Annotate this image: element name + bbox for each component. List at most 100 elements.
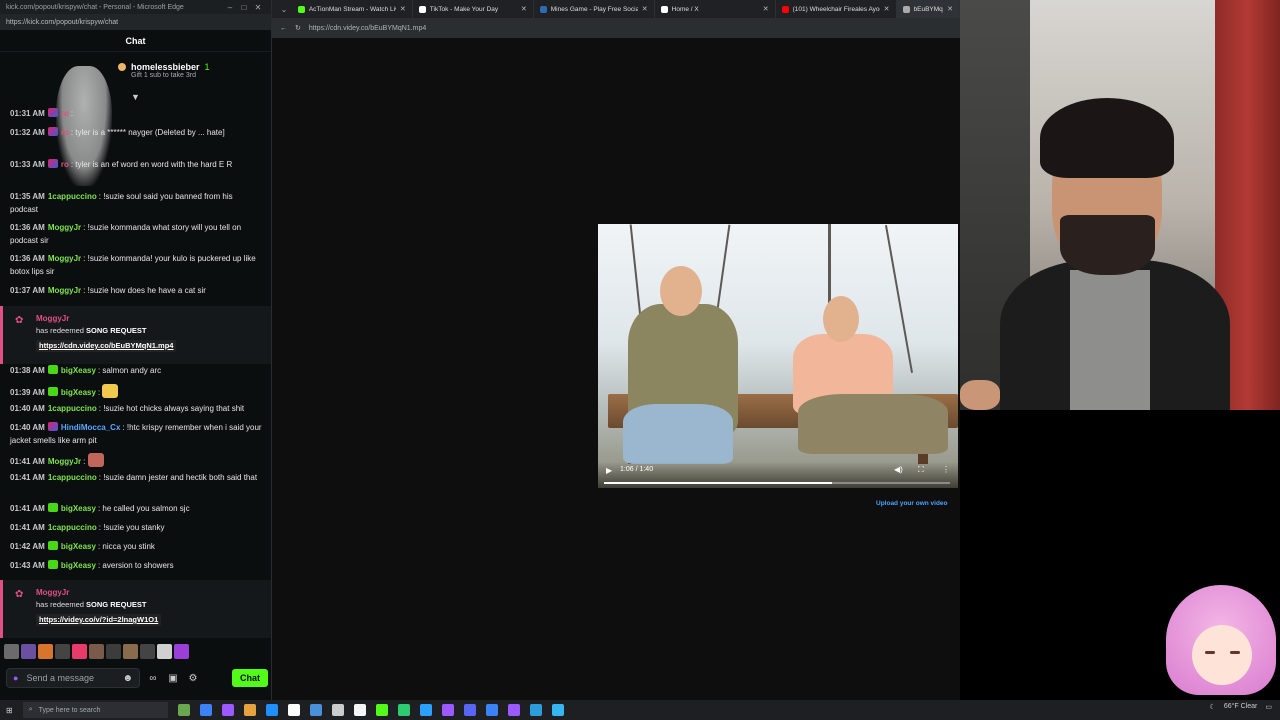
gift-icon[interactable]: ▣ <box>166 673 180 684</box>
tab-close-icon[interactable]: ✕ <box>400 5 406 13</box>
tab-menu-icon[interactable]: ⌄ <box>276 5 292 14</box>
url-field[interactable]: https://cdn.videy.co/bEuBYMqN1.mp4 <box>309 25 426 32</box>
video-player[interactable]: ▶ 1:06 / 1:40 ◀) ⛶ ⋮ <box>598 224 958 488</box>
taskbar-app-icon[interactable] <box>419 704 432 716</box>
chat-send-button[interactable]: Chat <box>232 669 268 687</box>
emote-icon[interactable] <box>89 644 104 659</box>
taskbar-app-icon[interactable] <box>353 704 366 716</box>
taskbar-app-icon[interactable] <box>507 704 520 716</box>
browser-tab[interactable]: Mines Game - Play Free Social Ca ✕ <box>534 0 655 18</box>
fullscreen-icon[interactable]: ⛶ <box>918 465 924 475</box>
chat-window-url[interactable]: https://kick.com/popout/krispyw/chat <box>0 14 271 30</box>
video-time: 1:06 / 1:40 <box>620 466 654 473</box>
emote-icon[interactable] <box>38 644 53 659</box>
tab-close-icon[interactable]: ✕ <box>884 5 890 13</box>
message-text: nicca you stink <box>102 542 155 551</box>
message-username[interactable]: MoggyJr <box>48 223 81 232</box>
close-icon[interactable]: ✕ <box>251 3 265 12</box>
taskbar-app-icon[interactable] <box>485 704 498 716</box>
taskbar-app-icon[interactable] <box>331 704 344 716</box>
taskbar-app-icon[interactable] <box>309 704 322 716</box>
search-icon: ⌕ <box>28 706 33 713</box>
taskbar-app-icon[interactable] <box>551 704 564 716</box>
redeem-link[interactable]: https://cdn.videy.co/bEuBYMqN1.mp4 <box>36 340 177 352</box>
message-username[interactable]: bigXeasy <box>61 542 96 551</box>
tab-close-icon[interactable]: ✕ <box>947 5 953 13</box>
message-username[interactable]: bigXeasy <box>61 504 96 513</box>
taskbar-app-icon[interactable] <box>529 704 542 716</box>
browser-tab[interactable]: (101) Wheelchair Fireales Ayooo ✕ <box>776 0 897 18</box>
message-username[interactable]: ro <box>61 160 69 169</box>
emote-icon[interactable] <box>140 644 155 659</box>
redeem-link[interactable]: https://videy.co/v/?id=2lnagW1O1 <box>36 614 162 626</box>
volume-icon[interactable]: ◀) <box>894 465 903 474</box>
message-username[interactable]: bigXeasy <box>61 388 96 397</box>
taskbar-app-icon[interactable] <box>221 704 234 716</box>
message-input[interactable]: ● Send a message ☻ <box>6 668 140 688</box>
tab-close-icon[interactable]: ✕ <box>642 5 648 13</box>
message-username[interactable]: 1cappuccino <box>48 473 97 482</box>
redeem-username[interactable]: MoggyJr <box>36 314 69 323</box>
message-username[interactable]: MoggyJr <box>48 457 81 466</box>
taskbar-app-icon[interactable] <box>243 704 256 716</box>
taskbar-app-icon[interactable] <box>265 704 278 716</box>
taskbar-app-icon[interactable] <box>199 704 212 716</box>
subscriber-badge-icon <box>47 387 58 396</box>
browser-tab[interactable]: Home / X ✕ <box>655 0 776 18</box>
message-username[interactable]: ro <box>61 109 69 118</box>
message-text: !suzie you stanky <box>103 523 165 532</box>
browser-tab[interactable]: bEuBYMqN1.mp4✕ <box>896 0 961 18</box>
message-username[interactable]: MoggyJr <box>48 286 81 295</box>
infinity-icon[interactable]: ∞ <box>146 673 160 684</box>
maximize-icon[interactable]: □ <box>237 3 251 12</box>
tab-title: Mines Game - Play Free Social Ca <box>550 5 638 13</box>
browser-tab[interactable]: AcTionMan Stream - Watch Live o ✕ <box>292 0 413 18</box>
message-text: !suzie kommanda! your kulo is puckered u… <box>10 254 256 276</box>
address-bar: ← ↻ https://cdn.videy.co/bEuBYMqN1.mp4 <box>272 18 960 38</box>
message-username[interactable]: MoggyJr <box>48 254 81 263</box>
message-username[interactable]: 1cappuccino <box>48 523 97 532</box>
emote-icon[interactable] <box>157 644 172 659</box>
taskbar-app-icon[interactable] <box>463 704 476 716</box>
windows-start-icon[interactable]: ⊞ <box>6 706 13 715</box>
back-icon[interactable]: ← <box>280 25 287 32</box>
reload-icon[interactable]: ↻ <box>295 24 301 32</box>
taskbar-app-icon[interactable] <box>375 704 388 716</box>
taskbar-app-icon[interactable] <box>441 704 454 716</box>
more-options-icon[interactable]: ⋮ <box>942 465 950 474</box>
emote-icon[interactable] <box>174 644 189 659</box>
message-username[interactable]: ro <box>61 128 69 137</box>
video-progress-bar[interactable] <box>604 482 950 484</box>
emote-icon[interactable] <box>21 644 36 659</box>
redeem-username[interactable]: MoggyJr <box>36 588 69 597</box>
emote-icon[interactable] <box>4 644 19 659</box>
emote-icon[interactable] <box>106 644 121 659</box>
tab-close-icon[interactable]: ✕ <box>763 5 769 13</box>
emote-icon[interactable] <box>123 644 138 659</box>
upload-video-link[interactable]: Upload your own video <box>876 500 948 507</box>
minimize-icon[interactable]: – <box>223 3 237 12</box>
taskbar-search[interactable]: ⌕ Type here to search <box>22 702 168 718</box>
emote-icon[interactable] <box>55 644 70 659</box>
message-username[interactable]: bigXeasy <box>61 366 96 375</box>
message-username[interactable]: bigXeasy <box>61 561 96 570</box>
emoji-icon[interactable]: ☻ <box>122 673 133 684</box>
browser-tab[interactable]: TikTok - Make Your Day ✕ <box>413 0 534 18</box>
chat-message: 01:40 AM 1cappuccino: !suzie hot chicks a… <box>10 403 262 416</box>
gear-icon[interactable]: ⚙ <box>186 673 200 684</box>
mic-icon[interactable]: ● <box>13 673 18 683</box>
play-icon[interactable]: ▶ <box>606 466 612 475</box>
taskbar-app-icon[interactable] <box>397 704 410 716</box>
redeem-text: has redeemed SONG REQUEST <box>36 326 147 335</box>
message-username[interactable]: 1cappuccino <box>48 192 97 201</box>
taskbar-app-icon[interactable] <box>177 704 190 716</box>
message-username[interactable]: HindiMocca_Cx <box>61 423 121 432</box>
emote-icon[interactable] <box>72 644 87 659</box>
tab-close-icon[interactable]: ✕ <box>521 5 527 13</box>
taskbar-app-icon[interactable] <box>287 704 300 716</box>
chevron-down-icon[interactable]: ▼ <box>131 92 140 102</box>
message-username[interactable]: 1cappuccino <box>48 404 97 413</box>
chat-message: 01:35 AM 1cappuccino: !suzie soul said yo… <box>10 191 262 216</box>
notification-icon[interactable]: ▭ <box>1265 703 1272 711</box>
top-gifter[interactable]: homelessbieber 1 <box>118 62 261 72</box>
